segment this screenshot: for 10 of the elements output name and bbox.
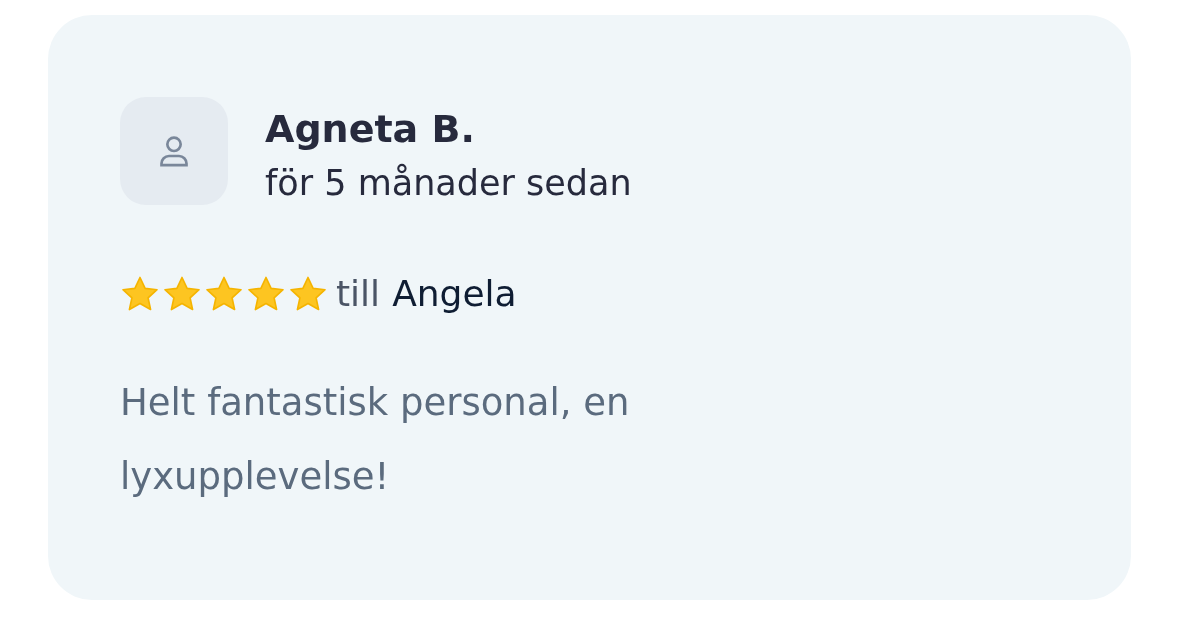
author-name: Agneta B. (265, 106, 476, 153)
star-icon (162, 274, 202, 313)
recipient-prefix: till (336, 273, 381, 314)
star-icon (246, 274, 286, 313)
star-icon (288, 274, 328, 313)
star-icon (120, 274, 160, 313)
review-time: för 5 månader sedan (265, 162, 632, 205)
star-icon (204, 274, 244, 313)
recipient-name: Angela (392, 273, 517, 314)
review-text: Helt fantastisk personal, en lyxupplevelse! (120, 380, 631, 500)
